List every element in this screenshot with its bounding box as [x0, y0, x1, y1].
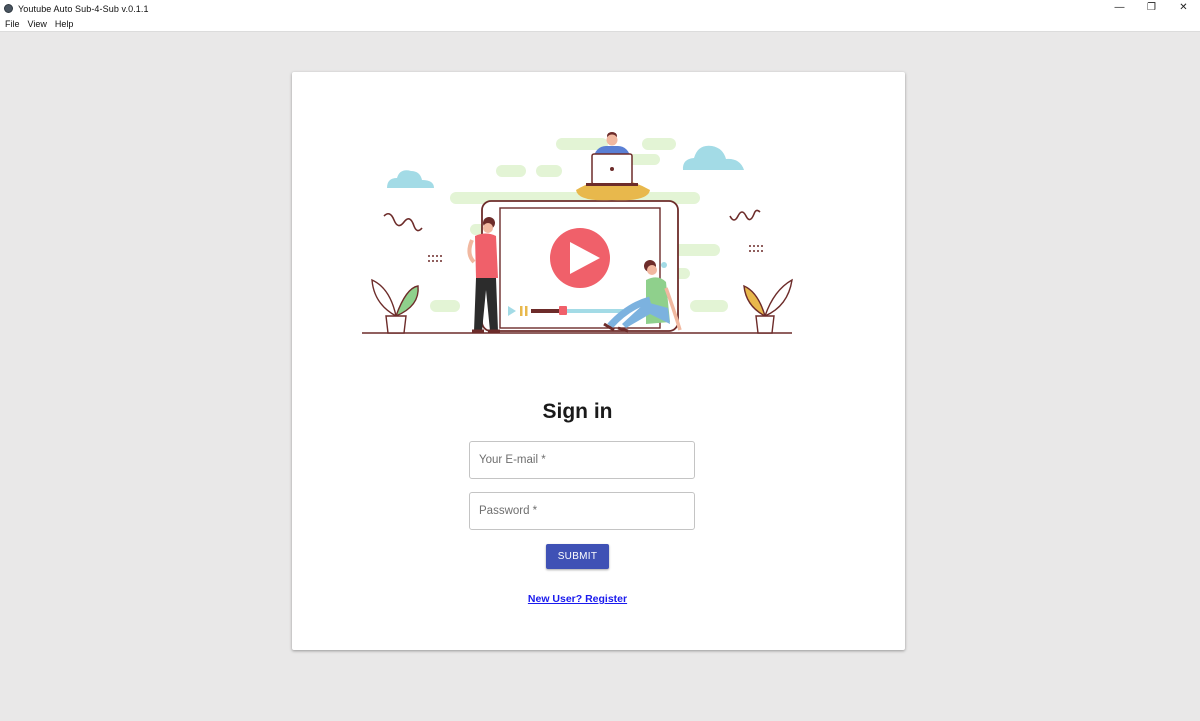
window-controls: — ❐ ✕ [1104, 0, 1200, 17]
submit-button[interactable]: SUBMIT [546, 544, 609, 569]
email-field[interactable] [469, 441, 695, 479]
menu-bar: File View Help [0, 17, 1200, 32]
menu-view[interactable]: View [24, 19, 51, 29]
email-input[interactable] [470, 442, 694, 478]
password-field[interactable] [469, 492, 695, 530]
menu-file[interactable]: File [0, 19, 24, 29]
signin-title: Sign in [542, 400, 613, 423]
minimize-icon[interactable]: — [1104, 0, 1135, 15]
password-input[interactable] [470, 493, 694, 529]
register-link[interactable]: New User? Register [292, 593, 863, 605]
menu-help[interactable]: Help [51, 19, 78, 29]
close-icon[interactable]: ✕ [1168, 0, 1199, 15]
video-illustration [362, 132, 793, 334]
window-title: Youtube Auto Sub-4-Sub v.0.1.1 [18, 3, 149, 14]
signin-card: Sign in SUBMIT New User? Register [292, 72, 905, 650]
restore-icon[interactable]: ❐ [1136, 0, 1167, 15]
app-icon [4, 4, 13, 13]
title-bar: Youtube Auto Sub-4-Sub v.0.1.1 — ❐ ✕ [0, 0, 1200, 17]
